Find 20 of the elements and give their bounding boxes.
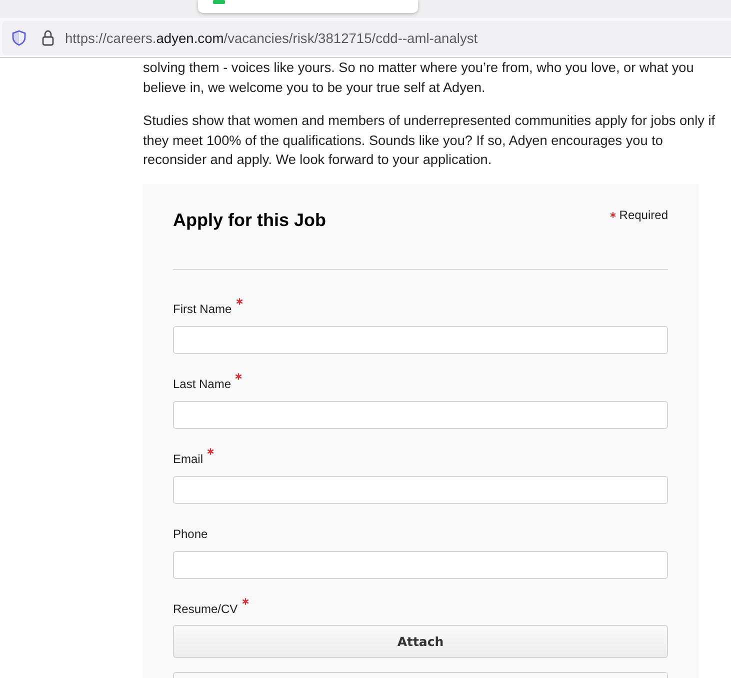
field-label: Phone — [173, 526, 208, 540]
field-label: Resume/CV — [173, 602, 238, 616]
field-label: Last Name — [173, 376, 232, 390]
lock-icon[interactable] — [42, 30, 54, 46]
address-bar[interactable]: https://careers.adyen.com/vacancies/risk/3812715/cdd--aml-analyst — [2, 21, 731, 55]
attach-button[interactable]: Attach — [173, 624, 668, 658]
body-paragraph: solving them - voices like yours. So no matter where you’re from, who you love, or what you believe in, we welcome you to be your true self at Adyen. — [143, 59, 695, 97]
text-input-field[interactable] — [173, 550, 668, 578]
field-label: Email — [173, 452, 204, 466]
text-input-field[interactable] — [173, 326, 668, 354]
field-label: First Name — [173, 302, 232, 316]
required-asterisk-icon — [610, 212, 616, 218]
required-note: Required — [619, 208, 668, 222]
square-icon — [213, 0, 225, 4]
form-title: Apply for this Job — [173, 208, 326, 232]
shield-icon[interactable] — [12, 30, 26, 46]
url-text[interactable]: https://careers.adyen.com/vacancies/risk/3812715/cdd--aml-analyst — [65, 30, 478, 46]
text-input-field[interactable] — [173, 400, 668, 428]
body-paragraph: Studies show that women and members of underrepresented communities apply for jobs only if they meet 100% of the qualifications. Sounds like you? If so, Adyen encourages you to reconsider and apply. We look forward to your application. — [143, 112, 716, 169]
text-input-field[interactable] — [173, 476, 668, 504]
